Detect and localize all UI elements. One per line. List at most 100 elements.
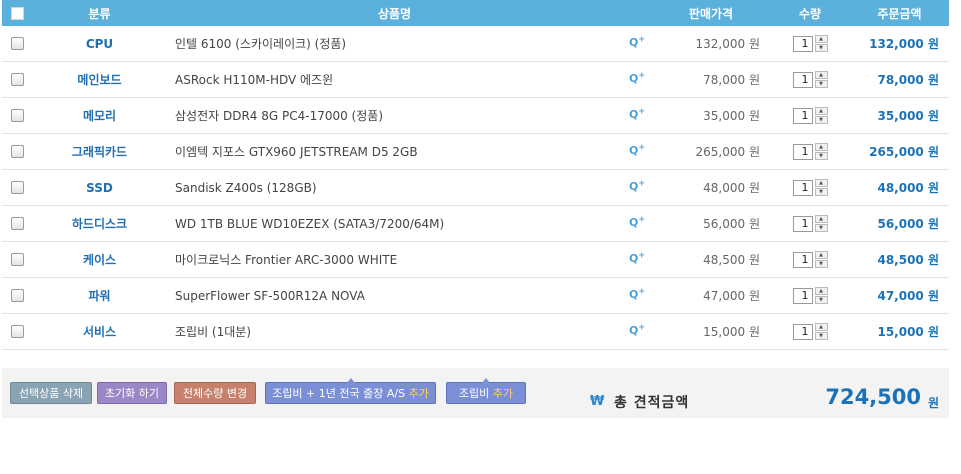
- quantity-stepper: 1 ▲ ▼: [792, 107, 828, 124]
- row-zoom-cell: Q+: [622, 214, 652, 231]
- row-category: 그래픽카드: [71, 145, 128, 159]
- caret-up-icon: [482, 378, 490, 383]
- row-checkbox[interactable]: [10, 181, 24, 194]
- quantity-input[interactable]: 1: [792, 143, 813, 160]
- change-all-qty-button[interactable]: 전체수량 변경: [174, 382, 256, 404]
- quantity-stepper: 1 ▲ ▼: [792, 287, 828, 304]
- row-checkbox[interactable]: [10, 253, 24, 266]
- row-checkbox[interactable]: [10, 109, 24, 122]
- table-header: 분류 상품명 판매가격 수량 주문금액: [2, 0, 949, 26]
- zoom-in-icon[interactable]: Q+: [629, 106, 645, 121]
- table-row: 그래픽카드 이엠텍 지포스 GTX960 JETSTREAM D5 2GB Q+ 26…: [2, 134, 949, 170]
- reset-button[interactable]: 초기화 하기: [97, 382, 167, 404]
- row-checkbox[interactable]: [10, 37, 24, 50]
- table-row: 케이스 마이크로닉스 Frontier ARC-3000 WHITE Q+ 48,50…: [2, 242, 949, 278]
- row-checkbox-cell: [2, 325, 32, 338]
- spin-down-icon[interactable]: ▼: [814, 260, 828, 268]
- row-qty-cell: 1 ▲ ▼: [770, 179, 850, 196]
- row-checkbox[interactable]: [10, 73, 24, 86]
- quantity-stepper: 1 ▲ ▼: [792, 251, 828, 268]
- select-all-checkbox[interactable]: [10, 6, 24, 20]
- quantity-input[interactable]: 1: [792, 251, 813, 268]
- row-checkbox-cell: [2, 253, 32, 266]
- row-zoom-cell: Q+: [622, 286, 652, 303]
- spin-down-icon[interactable]: ▼: [814, 44, 828, 52]
- row-price: 47,000 원: [703, 289, 760, 303]
- row-checkbox-cell: [2, 37, 32, 50]
- spin-up-icon[interactable]: ▲: [814, 179, 828, 187]
- spin-up-icon[interactable]: ▲: [814, 323, 828, 331]
- spin-down-icon[interactable]: ▼: [814, 152, 828, 160]
- quantity-input[interactable]: 1: [792, 287, 813, 304]
- row-category: 메모리: [82, 109, 117, 123]
- quantity-input[interactable]: 1: [792, 35, 813, 52]
- header-total: 주문금액: [877, 6, 922, 21]
- assembly-add-label: 추가: [492, 387, 514, 400]
- row-price: 132,000 원: [695, 37, 760, 51]
- quantity-spinner: ▲ ▼: [814, 71, 828, 88]
- total-label: 총 견적금액: [614, 395, 690, 411]
- row-product-name: 마이크로닉스 Frontier ARC-3000 WHITE: [175, 253, 398, 267]
- spin-up-icon[interactable]: ▲: [814, 107, 828, 115]
- quantity-spinner: ▲ ▼: [814, 143, 828, 160]
- row-zoom-cell: Q+: [622, 34, 652, 51]
- zoom-q: Q: [628, 143, 639, 157]
- delete-selected-button[interactable]: 선택상품 삭제: [10, 382, 92, 404]
- spin-down-icon[interactable]: ▼: [814, 80, 828, 88]
- spin-down-icon[interactable]: ▼: [814, 332, 828, 340]
- row-checkbox[interactable]: [10, 145, 24, 158]
- quantity-input[interactable]: 1: [792, 215, 813, 232]
- total-value: 724,500: [825, 385, 921, 409]
- zoom-in-icon[interactable]: Q+: [629, 34, 645, 49]
- spin-up-icon[interactable]: ▲: [814, 215, 828, 223]
- quantity-input[interactable]: 1: [792, 323, 813, 340]
- quantity-spinner: ▲ ▼: [814, 251, 828, 268]
- zoom-in-icon[interactable]: Q+: [628, 214, 645, 229]
- total-unit: 원: [927, 396, 939, 410]
- spin-down-icon[interactable]: ▼: [814, 224, 828, 232]
- zoom-in-icon[interactable]: Q+: [629, 286, 645, 301]
- quantity-spinner: ▲ ▼: [814, 35, 828, 52]
- row-total: 48,500 원: [877, 253, 939, 267]
- row-total: 47,000 원: [877, 289, 939, 303]
- select-all-cell: [2, 6, 32, 20]
- row-checkbox[interactable]: [10, 325, 24, 338]
- zoom-in-icon[interactable]: Q+: [629, 322, 645, 337]
- quantity-input[interactable]: 1: [792, 107, 813, 124]
- quantity-input[interactable]: 1: [792, 179, 813, 196]
- row-product-name: 삼성전자 DDR4 8G PC4-17000 (정품): [175, 109, 384, 123]
- zoom-in-icon[interactable]: Q+: [629, 70, 645, 85]
- spin-down-icon[interactable]: ▼: [814, 188, 828, 196]
- row-price: 48,500 원: [703, 253, 760, 267]
- row-category: CPU: [85, 36, 114, 51]
- quantity-stepper: 1 ▲ ▼: [792, 323, 828, 340]
- spin-down-icon[interactable]: ▼: [814, 296, 828, 304]
- row-product-name: 조립비 (1대분): [175, 325, 252, 339]
- zoom-q: Q: [628, 215, 639, 229]
- row-qty-cell: 1 ▲ ▼: [770, 35, 850, 52]
- spin-up-icon[interactable]: ▲: [814, 71, 828, 79]
- add-assembly-button[interactable]: 조립비 추가: [446, 378, 526, 404]
- quantity-input[interactable]: 1: [792, 71, 813, 88]
- quantity-stepper: 1 ▲ ▼: [792, 179, 828, 196]
- row-checkbox[interactable]: [10, 289, 24, 302]
- quantity-spinner: ▲ ▼: [814, 107, 828, 124]
- zoom-in-icon[interactable]: Q+: [628, 142, 645, 157]
- zoom-in-icon[interactable]: Q+: [628, 178, 645, 193]
- cart-table: 분류 상품명 판매가격 수량 주문금액 CPU 인텔 6100 (스카이레이크) …: [2, 0, 949, 350]
- cart-footer: 선택상품 삭제 초기화 하기 전체수량 변경 조립비 + 1년 전국 출장 A/…: [2, 368, 949, 418]
- row-checkbox[interactable]: [10, 217, 24, 230]
- add-assembly-as-button[interactable]: 조립비 + 1년 전국 출장 A/S 추가: [265, 378, 436, 404]
- row-checkbox-cell: [2, 145, 32, 158]
- zoom-q: Q: [628, 179, 639, 193]
- zoom-in-icon[interactable]: Q+: [629, 250, 645, 265]
- spin-up-icon[interactable]: ▲: [814, 35, 828, 43]
- spin-up-icon[interactable]: ▲: [814, 143, 828, 151]
- row-checkbox-cell: [2, 73, 32, 86]
- spin-up-icon[interactable]: ▲: [814, 287, 828, 295]
- row-qty-cell: 1 ▲ ▼: [770, 251, 850, 268]
- spin-up-icon[interactable]: ▲: [814, 251, 828, 259]
- table-row: 파워 SuperFlower SF-500R12A NOVA Q+ 47,000 원1…: [2, 278, 949, 314]
- table-row: 메모리 삼성전자 DDR4 8G PC4-17000 (정품) Q+ 35,000 원…: [2, 98, 949, 134]
- spin-down-icon[interactable]: ▼: [814, 116, 828, 124]
